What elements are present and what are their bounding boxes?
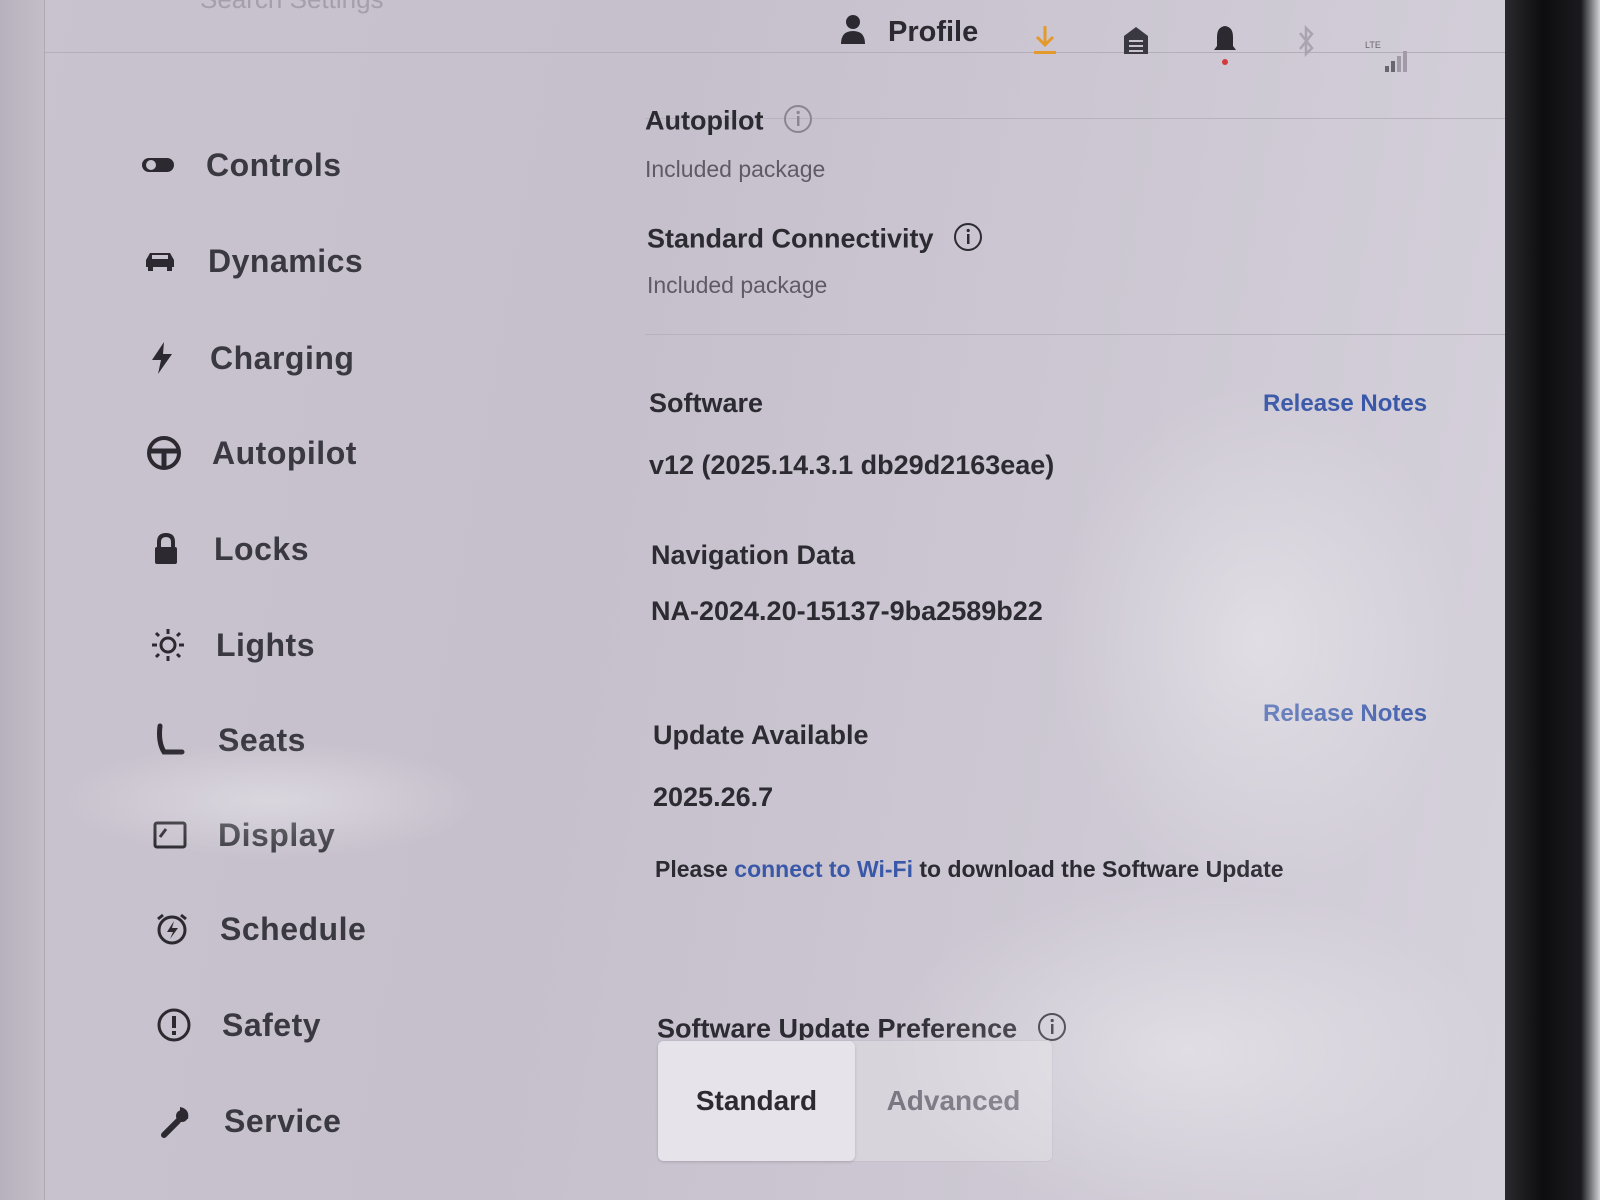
download-icon[interactable] xyxy=(1032,24,1058,56)
profile-label: Profile xyxy=(888,16,979,48)
sidebar-item-autopilot[interactable]: Autopilot xyxy=(142,428,357,478)
sidebar-item-service[interactable]: Service xyxy=(154,1096,341,1146)
sidebar-item-locks[interactable]: Locks xyxy=(144,524,309,574)
advanced-option[interactable]: Advanced xyxy=(855,1041,1052,1161)
profile-button[interactable]: Profile xyxy=(840,14,978,51)
navigation-data-value: NA-2024.20-15137-9ba2589b22 xyxy=(651,596,1043,626)
screen-bezel xyxy=(1505,0,1600,1200)
sidebar-item-dynamics[interactable]: Dynamics xyxy=(138,236,363,286)
connectivity-subtitle: Included package xyxy=(647,272,828,298)
car-icon xyxy=(138,241,182,281)
toggle-icon xyxy=(136,145,180,185)
sidebar-item-label: Dynamics xyxy=(208,242,364,279)
settings-screen: Search Settings Profile LTE xyxy=(0,0,1505,1200)
status-bar: Profile LTE xyxy=(840,14,1460,72)
autopilot-subtitle: Included package xyxy=(645,156,826,182)
sidebar-item-label: Service xyxy=(224,1102,342,1139)
sidebar-item-label: Schedule xyxy=(220,910,367,947)
bluetooth-icon[interactable] xyxy=(1295,24,1317,58)
update-available-title: Update Available xyxy=(653,720,869,750)
info-icon[interactable] xyxy=(783,104,813,141)
software-title: Software xyxy=(649,388,764,418)
lock-icon xyxy=(144,529,188,569)
screen-left-edge xyxy=(0,0,45,1200)
sidebar-item-safety[interactable]: Safety xyxy=(152,1000,321,1050)
sidebar-item-label: Locks xyxy=(214,530,309,567)
garage-icon[interactable] xyxy=(1122,24,1150,56)
info-icon[interactable] xyxy=(953,222,983,259)
sidebar-item-controls[interactable]: Controls xyxy=(136,140,342,190)
sidebar-item-label: Safety xyxy=(222,1006,322,1043)
update-version: 2025.26.7 xyxy=(653,782,774,812)
lte-signal-icon: LTE xyxy=(1365,40,1413,74)
screen-glare xyxy=(1050,380,1470,900)
sidebar-item-label: Seats xyxy=(218,721,306,758)
standard-option[interactable]: Standard xyxy=(658,1041,855,1161)
bell-icon[interactable] xyxy=(1212,24,1238,68)
sidebar-item-label: Controls xyxy=(206,146,342,183)
sidebar-item-schedule[interactable]: Schedule xyxy=(150,904,366,954)
section-divider xyxy=(645,334,1505,335)
sidebar-item-lights[interactable]: Lights xyxy=(146,620,315,670)
sidebar-item-label: Lights xyxy=(216,626,315,663)
sidebar-item-label: Charging xyxy=(210,339,355,376)
lte-label: LTE xyxy=(1365,40,1381,50)
lightning-icon xyxy=(140,338,184,378)
navigation-data-title: Navigation Data xyxy=(651,540,856,570)
search-input[interactable]: Search Settings xyxy=(200,0,384,15)
connectivity-title: Standard Connectivity xyxy=(647,222,983,259)
update-preference-selector: Standard Advanced xyxy=(657,1040,1053,1162)
person-icon xyxy=(840,14,866,51)
connect-wifi-link[interactable]: connect to Wi-Fi xyxy=(734,856,913,882)
sun-icon xyxy=(146,625,190,665)
alert-circle-icon xyxy=(152,1005,196,1045)
steering-wheel-icon xyxy=(142,433,186,473)
sidebar-item-charging[interactable]: Charging xyxy=(140,333,354,383)
sidebar-item-seats[interactable]: Seats xyxy=(148,715,306,765)
seat-icon xyxy=(148,720,192,760)
update-release-notes-link[interactable]: Release Notes xyxy=(1263,700,1427,728)
sidebar-item-label: Display xyxy=(218,816,336,853)
clock-bolt-icon xyxy=(150,909,194,949)
autopilot-title: Autopilot xyxy=(645,104,813,141)
release-notes-link[interactable]: Release Notes xyxy=(1263,390,1427,418)
software-version: v12 (2025.14.3.1 db29d2163eae) xyxy=(649,450,1055,480)
sidebar-item-display[interactable]: Display xyxy=(148,810,335,860)
wrench-icon xyxy=(154,1101,198,1141)
update-note: Please connect to Wi-Fi to download the … xyxy=(655,856,1284,882)
sidebar-item-label: Autopilot xyxy=(212,434,357,471)
display-icon xyxy=(148,815,192,855)
